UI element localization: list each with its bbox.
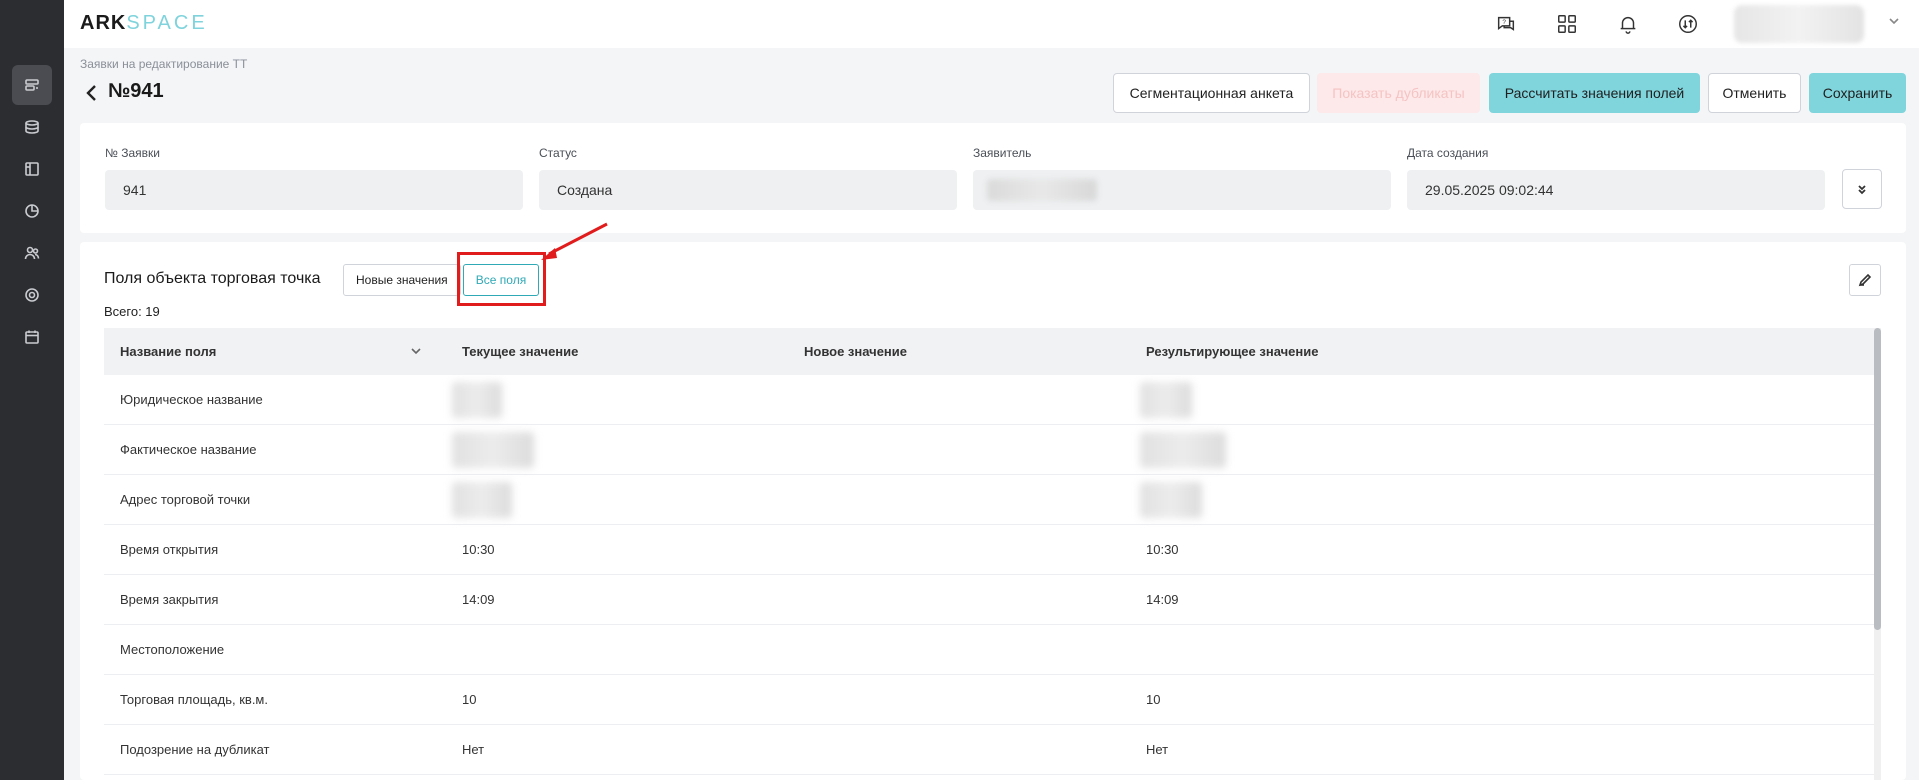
support-chat-icon[interactable]: ? xyxy=(1492,10,1520,38)
field-name: Фактическое название xyxy=(120,442,257,457)
pencil-icon xyxy=(1858,273,1872,287)
request-info-card: № Заявки 941 Статус Создана Заявитель Да… xyxy=(80,123,1906,233)
field-name: Время открытия xyxy=(120,542,219,557)
blurred-result-value xyxy=(1140,482,1202,518)
page-title: №941 xyxy=(108,80,164,102)
chevron-down-icon[interactable] xyxy=(1887,14,1907,34)
layout-icon xyxy=(25,162,39,176)
chevron-down-icon[interactable] xyxy=(410,345,424,359)
blurred-current-value xyxy=(452,382,502,418)
expand-button[interactable] xyxy=(1842,169,1882,209)
annotation-arrow xyxy=(541,222,608,260)
table-row[interactable]: Время открытия 10:30 10:30 xyxy=(104,525,1874,575)
field-name: Юридическое название xyxy=(120,392,263,407)
blurred-result-value xyxy=(1140,432,1226,468)
sync-icon[interactable] xyxy=(1674,10,1702,38)
logo-space-text: SPACE xyxy=(126,12,208,34)
table-row[interactable]: Подозрение на дубликат Нет Нет xyxy=(104,725,1874,775)
settings-icon xyxy=(25,288,39,302)
total-count: Всего: 19 xyxy=(104,304,160,319)
edit-button[interactable] xyxy=(1849,264,1881,296)
fields-card: Поля объекта торговая точка Новые значен… xyxy=(80,222,1906,780)
apps-grid-icon[interactable] xyxy=(1553,10,1581,38)
column-header-current: Текущее значение xyxy=(462,344,579,359)
scrollbar-thumb[interactable] xyxy=(1874,328,1881,630)
table-row[interactable]: Местоположение xyxy=(104,625,1874,675)
double-chevron-down-icon xyxy=(1858,185,1866,195)
result-value: 14:09 xyxy=(1146,592,1179,607)
sidebar-item-analytics[interactable] xyxy=(12,191,52,231)
column-header-result: Результирующее значение xyxy=(1146,344,1319,359)
table-row[interactable]: Юридическое название xyxy=(104,375,1874,425)
column-header-name[interactable]: Название поля xyxy=(120,344,216,359)
user-profile-avatar[interactable] xyxy=(1734,5,1864,43)
field-name: Подозрение на дубликат xyxy=(120,742,270,757)
blurred-current-value xyxy=(452,482,512,518)
table-scrollbar[interactable] xyxy=(1874,328,1881,780)
highlight-frame xyxy=(457,252,546,306)
show-duplicates-button[interactable]: Показать дубликаты xyxy=(1317,73,1480,113)
blurred-result-value xyxy=(1140,382,1192,418)
save-button[interactable]: Сохранить xyxy=(1809,73,1906,113)
created-date-field[interactable]: 29.05.2025 09:02:44 xyxy=(1407,170,1825,210)
applicant-field[interactable] xyxy=(973,170,1391,210)
result-value: 10 xyxy=(1146,692,1161,707)
requests-icon xyxy=(25,79,39,91)
table-row[interactable]: Торговая площадь, кв.м. 10 10 xyxy=(104,675,1874,725)
bell-icon[interactable] xyxy=(1614,10,1642,38)
applicant-label: Заявитель xyxy=(973,146,1032,160)
field-name: Торговая площадь, кв.м. xyxy=(120,692,268,707)
result-value: Нет xyxy=(1146,742,1169,757)
blurred-current-value xyxy=(452,432,534,468)
created-date-label: Дата создания xyxy=(1407,146,1489,160)
result-value: 10:30 xyxy=(1146,542,1179,557)
sidebar-item-database[interactable] xyxy=(12,107,52,147)
request-number-field[interactable]: 941 xyxy=(105,170,523,210)
table-header: Название поля Текущее значение Новое зна… xyxy=(104,328,1874,375)
current-value: 14:09 xyxy=(462,592,495,607)
fields-table: Название поля Текущее значение Новое зна… xyxy=(104,328,1874,775)
sidebar-item-users[interactable] xyxy=(12,233,52,273)
svg-text:?: ? xyxy=(1502,19,1506,26)
analytics-icon xyxy=(25,204,39,218)
status-label: Статус xyxy=(539,146,577,160)
users-icon xyxy=(24,246,40,260)
breadcrumb[interactable]: Заявки на редактирование ТТ xyxy=(80,57,247,71)
current-value: Нет xyxy=(462,742,485,757)
calendar-icon xyxy=(25,330,39,344)
sidebar-item-layout[interactable] xyxy=(12,149,52,189)
column-header-new: Новое значение xyxy=(804,344,908,359)
current-value: 10 xyxy=(462,692,477,707)
calculate-fields-button[interactable]: Рассчитать значения полей xyxy=(1489,73,1700,113)
back-arrow-icon[interactable] xyxy=(84,84,100,104)
sidebar-item-requests[interactable] xyxy=(12,65,52,105)
field-name: Местоположение xyxy=(120,642,225,657)
status-field[interactable]: Создана xyxy=(539,170,957,210)
cancel-button[interactable]: Отменить xyxy=(1708,73,1801,113)
logo-ark-text: ARK xyxy=(80,12,127,34)
table-row[interactable]: Время закрытия 14:09 14:09 xyxy=(104,575,1874,625)
sidebar-item-settings[interactable] xyxy=(12,275,52,315)
app-logo[interactable]: ARKSPACE xyxy=(80,12,208,35)
field-name: Время закрытия xyxy=(120,592,219,607)
table-row[interactable]: Фактическое название xyxy=(104,425,1874,475)
database-icon xyxy=(25,120,39,134)
sidebar xyxy=(0,0,64,780)
applicant-blurred-value xyxy=(987,179,1097,201)
request-number-label: № Заявки xyxy=(105,146,160,160)
field-name: Адрес торговой точки xyxy=(120,492,251,507)
top-header: ARKSPACE ? xyxy=(64,0,1919,48)
current-value: 10:30 xyxy=(462,542,495,557)
segmentation-form-button[interactable]: Сегментационная анкета xyxy=(1113,73,1310,113)
table-row[interactable]: Адрес торговой точки xyxy=(104,475,1874,525)
section-title: Поля объекта торговая точка xyxy=(104,270,321,287)
sidebar-item-calendar[interactable] xyxy=(12,317,52,357)
new-values-toggle[interactable]: Новые значения xyxy=(343,264,461,296)
